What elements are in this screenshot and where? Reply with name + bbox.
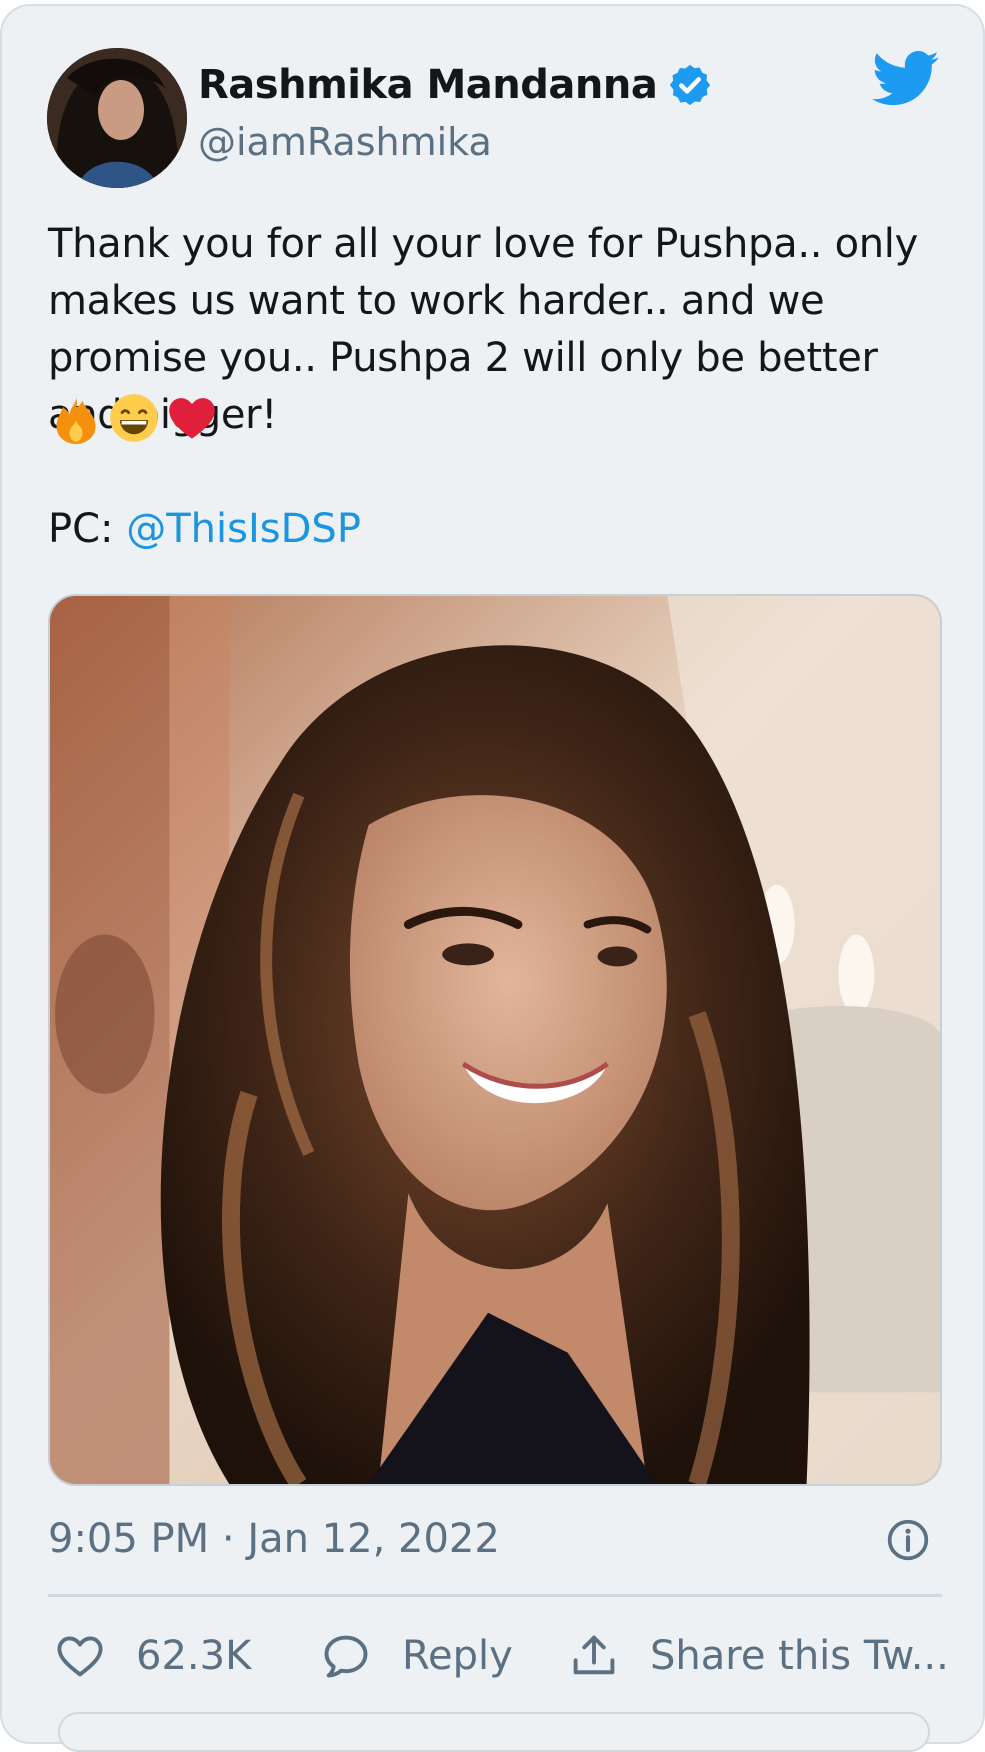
share-label: Share this Tw... [650,1633,949,1679]
info-icon[interactable] [886,1518,930,1562]
author-display-name[interactable]: Rashmika Mandanna [198,62,658,108]
tweet-photo-image [50,596,940,1484]
twitter-bird-icon[interactable] [872,50,940,108]
verified-badge-icon [667,62,713,108]
bottom-pill-button[interactable] [58,1712,930,1752]
red-heart-emoji-icon [166,392,218,444]
like-button[interactable]: 62.3K [54,1626,251,1686]
share-upload-icon [573,1635,615,1675]
mention-link[interactable]: @ThisIsDSP [126,506,361,552]
tweet-timestamp[interactable]: 9:05 PM · Jan 12, 2022 [48,1516,500,1562]
tweet-card: Rashmika Mandanna @iamRashmika Thank you… [0,4,985,1752]
share-button[interactable]: Share this Tw... [568,1626,949,1686]
tweet-actions: 62.3K Reply Share this Tw... [52,1626,949,1686]
reply-button[interactable]: Reply [320,1626,513,1686]
heart-icon [57,1636,103,1677]
photo-credit: PC: @ThisIsDSP [48,506,361,552]
author-handle[interactable]: @iamRashmika [198,120,492,164]
emoji-row [50,392,218,444]
speech-bubble-icon [324,1635,368,1678]
photo-credit-prefix: PC: [48,506,127,552]
fire-emoji-icon [50,392,102,444]
avatar-photo [47,48,187,188]
tweet-photo[interactable] [48,594,942,1486]
reply-label: Reply [402,1633,513,1679]
divider [48,1594,942,1597]
avatar[interactable] [47,48,187,188]
like-count: 62.3K [136,1633,252,1679]
grinning-emoji-icon [108,392,160,444]
